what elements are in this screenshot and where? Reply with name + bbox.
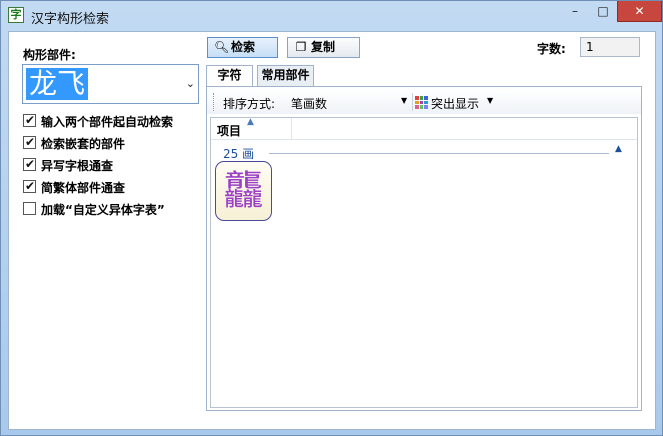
- toolbar-separator: [412, 93, 413, 111]
- components-label: 构形部件:: [23, 48, 76, 62]
- sort-label: 排序方式:: [223, 97, 276, 111]
- sort-ascending-icon: ▲: [247, 117, 254, 127]
- option-label: 简繁体部件通查: [41, 181, 126, 195]
- copy-button[interactable]: ❐ 复制: [287, 37, 360, 58]
- color-swatch: [419, 105, 424, 109]
- copy-icon: ❐: [295, 40, 307, 54]
- group-divider: [269, 153, 609, 154]
- components-combobox[interactable]: 龙飞 ⌄: [22, 64, 199, 104]
- checkbox-box[interactable]: [23, 179, 36, 193]
- color-grid-icon[interactable]: [415, 96, 428, 109]
- client-area: 构形部件: 龙飞 ⌄ 输入两个部件起自动检索检索嵌套的部件异写字根通查简繁体部件…: [8, 31, 656, 430]
- tab-chars[interactable]: 字符: [206, 65, 253, 87]
- checkbox-box[interactable]: [23, 202, 36, 215]
- maximize-button[interactable]: □: [590, 1, 616, 22]
- option-label: 加载“自定义异体字表”: [41, 203, 165, 217]
- toolbar-grip[interactable]: [213, 93, 216, 111]
- color-swatch: [415, 96, 419, 100]
- magnifier-icon: 🔍︎: [214, 40, 230, 54]
- color-swatch: [419, 100, 424, 105]
- char-count-field: 1: [580, 37, 640, 57]
- close-button[interactable]: ✕: [617, 1, 662, 22]
- search-button[interactable]: 🔍︎ 检索: [207, 37, 278, 58]
- sort-select[interactable]: 笔画数: [291, 95, 409, 112]
- option-label: 检索嵌套的部件: [41, 137, 126, 151]
- app-window: 字 汉字构形检索 – □ ✕ 构形部件: 龙飞 ⌄ 输入两个部件起自动检索检索嵌…: [0, 0, 663, 436]
- dropdown-arrow-icon[interactable]: ▼: [401, 96, 407, 105]
- chevron-up-icon[interactable]: ▲: [615, 144, 622, 154]
- color-swatch: [415, 100, 419, 105]
- app-icon: 字: [8, 7, 24, 23]
- results-panel: 排序方式: 笔画数 ▼ 突出显示 ▼ 项目 ▲ 25 画 ▲ 龘: [206, 86, 642, 411]
- components-input[interactable]: 龙飞: [26, 68, 89, 100]
- color-swatch: [424, 96, 428, 100]
- color-swatch: [419, 96, 424, 100]
- results-list[interactable]: 项目 ▲ 25 画 ▲ 龘: [210, 117, 638, 408]
- result-char-item[interactable]: 龘: [215, 161, 272, 221]
- window-title: 汉字构形检索: [31, 12, 110, 27]
- copy-button-label: 复制: [311, 40, 336, 54]
- dropdown-arrow-icon[interactable]: ▼: [487, 96, 493, 105]
- option-label: 异写字根通查: [41, 159, 114, 173]
- column-divider[interactable]: [291, 118, 292, 140]
- checkbox-box[interactable]: [23, 135, 36, 149]
- chevron-down-icon[interactable]: ⌄: [186, 77, 195, 90]
- option-label: 输入两个部件起自动检索: [41, 115, 174, 129]
- highlight-button[interactable]: 突出显示: [431, 95, 479, 112]
- checkbox-box[interactable]: [23, 157, 36, 171]
- title-bar[interactable]: 字 汉字构形检索 – □ ✕: [1, 1, 662, 31]
- checkbox-box[interactable]: [23, 113, 36, 127]
- search-button-label: 检索: [231, 40, 256, 54]
- column-header[interactable]: 项目 ▲: [211, 117, 637, 140]
- color-swatch: [424, 100, 428, 105]
- sort-toolbar: 排序方式: 笔画数 ▼ 突出显示 ▼: [207, 90, 641, 114]
- group-header: 25 画: [223, 147, 255, 161]
- minimize-button[interactable]: –: [561, 1, 589, 22]
- tab-common-components[interactable]: 常用部件: [257, 65, 314, 86]
- char-count-label: 字数:: [537, 42, 566, 56]
- color-swatch: [424, 105, 428, 109]
- column-header-item[interactable]: 项目: [217, 122, 241, 139]
- color-swatch: [415, 105, 419, 109]
